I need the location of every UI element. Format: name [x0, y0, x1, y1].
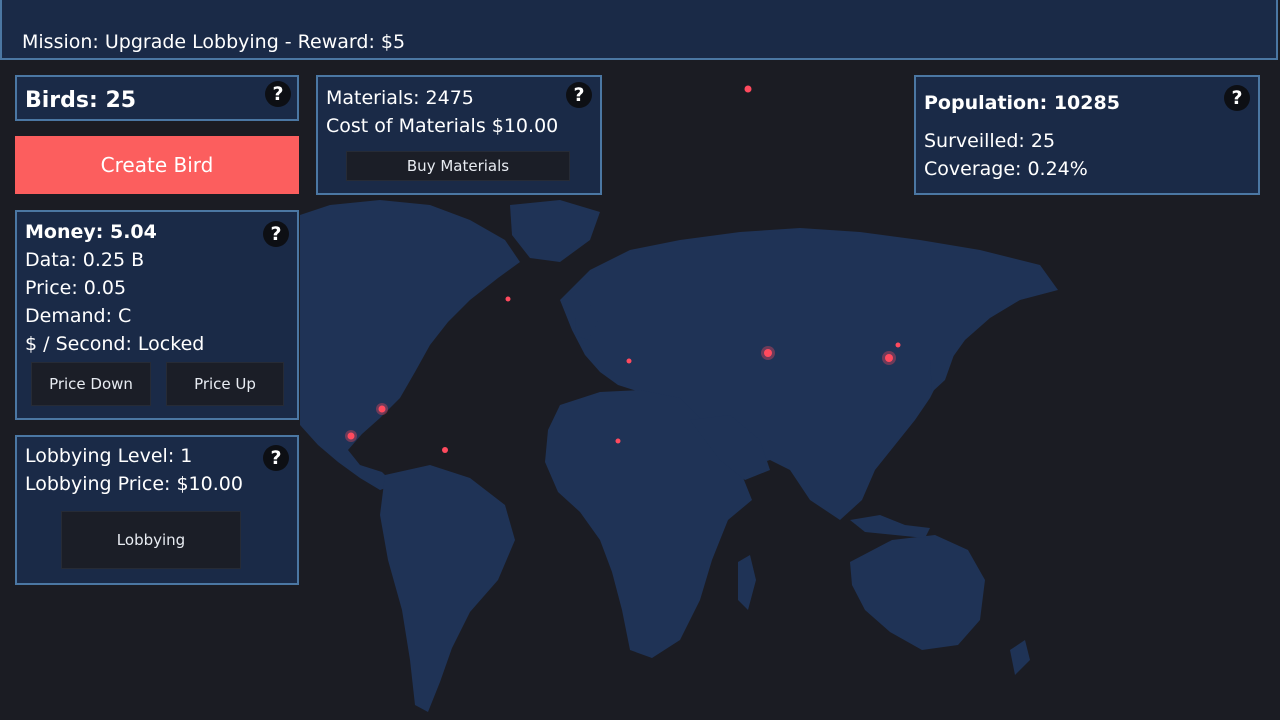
price-value: Price: 0.05	[25, 277, 127, 299]
help-button-population[interactable]: ?	[1224, 85, 1250, 111]
price-down-button[interactable]: Price Down	[31, 362, 151, 406]
help-button-birds[interactable]: ?	[265, 81, 291, 107]
demand-value: Demand: C	[25, 305, 132, 327]
help-button-materials[interactable]: ?	[566, 82, 592, 108]
money-panel: Money: 5.04 Data: 0.25 B Price: 0.05 Dem…	[15, 210, 299, 420]
australia	[850, 535, 985, 650]
marker	[626, 358, 632, 364]
materials-panel: Materials: 2475 Cost of Materials $10.00…	[316, 75, 602, 195]
new-zealand	[1010, 640, 1030, 675]
buy-materials-button[interactable]: Buy Materials	[346, 151, 570, 181]
marker	[505, 296, 511, 302]
marker	[347, 432, 355, 440]
marker	[764, 349, 772, 357]
lobbying-level: Lobbying Level: 1	[25, 445, 193, 467]
birds-panel: Birds: 25 ?	[15, 75, 299, 121]
coverage-value: Coverage: 0.24%	[924, 158, 1088, 180]
lobbying-price: Lobbying Price: $10.00	[25, 473, 243, 495]
price-up-button[interactable]: Price Up	[166, 362, 284, 406]
madagascar	[738, 555, 756, 610]
birds-count: Birds: 25	[25, 88, 137, 113]
north-america	[300, 200, 520, 490]
mission-bar: Mission: Upgrade Lobbying - Reward: $5	[0, 0, 1278, 60]
indonesia	[850, 515, 930, 538]
help-button-money[interactable]: ?	[263, 221, 289, 247]
marker	[615, 438, 621, 444]
marker	[442, 447, 448, 453]
marker	[885, 354, 893, 362]
help-button-lobbying[interactable]: ?	[263, 445, 289, 471]
surveilled-count: Surveilled: 25	[924, 130, 1056, 152]
create-bird-button[interactable]: Create Bird	[15, 136, 299, 194]
greenland	[510, 200, 600, 262]
per-second-value: $ / Second: Locked	[25, 333, 205, 355]
materials-cost: Cost of Materials $10.00	[326, 115, 559, 137]
help-icon: ?	[272, 83, 284, 105]
lobbying-button[interactable]: Lobbying	[61, 511, 241, 569]
help-icon: ?	[270, 223, 282, 245]
help-icon: ?	[270, 447, 282, 469]
marker	[895, 342, 901, 348]
mission-text: Mission: Upgrade Lobbying - Reward: $5	[22, 31, 406, 53]
money-title: Money: 5.04	[25, 221, 157, 243]
south-america	[380, 465, 515, 712]
materials-count: Materials: 2475	[326, 87, 474, 109]
marker	[378, 405, 386, 413]
help-icon: ?	[573, 84, 585, 106]
data-value: Data: 0.25 B	[25, 249, 145, 271]
population-title: Population: 10285	[924, 92, 1120, 114]
help-icon: ?	[1231, 87, 1243, 109]
lobbying-panel: Lobbying Level: 1 Lobbying Price: $10.00…	[15, 435, 299, 585]
continents	[300, 200, 1058, 712]
population-panel: Population: 10285 Surveilled: 25 Coverag…	[914, 75, 1260, 195]
marker	[744, 85, 752, 93]
